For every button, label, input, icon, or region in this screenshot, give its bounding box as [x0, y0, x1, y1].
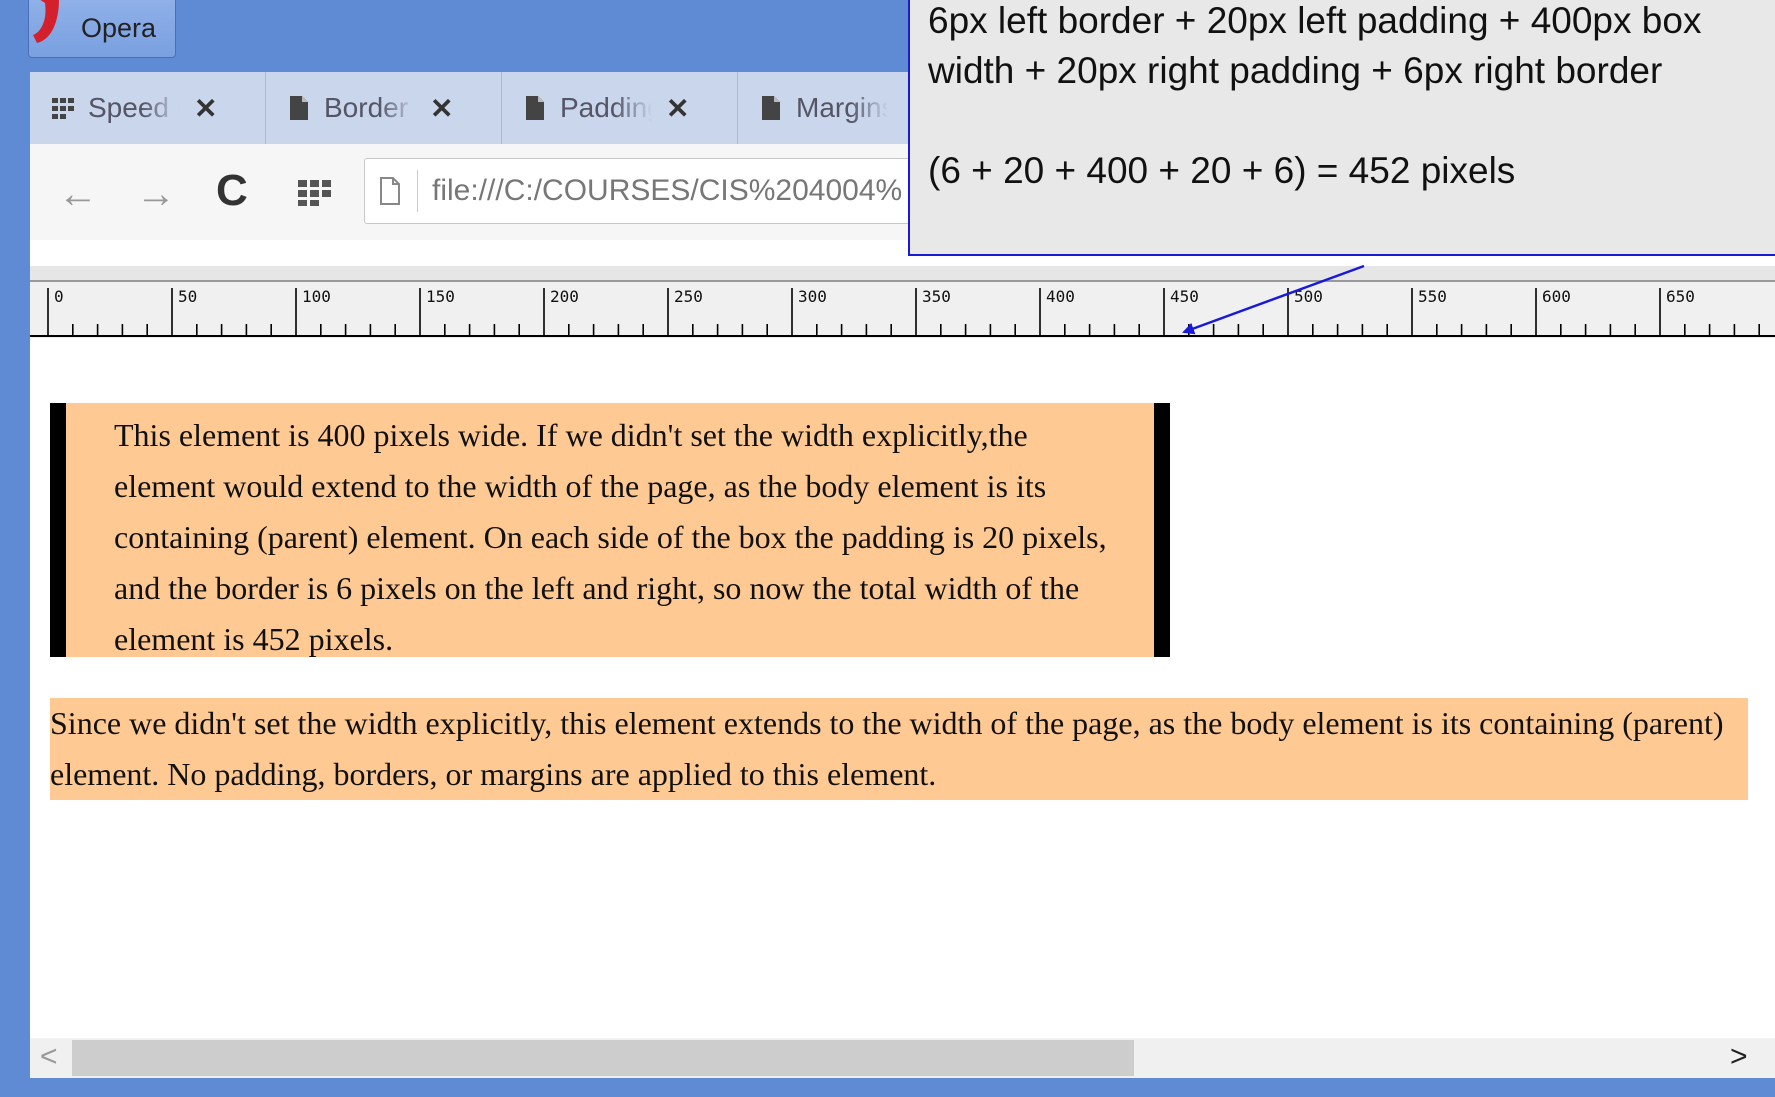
auto-width-box-text: Since we didn't set the width explicitly… — [50, 705, 1724, 792]
page-icon — [762, 96, 780, 120]
page-viewport: This element is 400 pixels wide. If we d… — [30, 338, 1775, 1038]
ruler-header — [30, 266, 1775, 282]
ruler-label: 200 — [550, 287, 579, 306]
scrollbar-thumb[interactable] — [72, 1040, 1134, 1076]
url-text[interactable]: file:///C:/COURSES/CIS%204004% — [432, 174, 902, 208]
close-icon[interactable]: ✕ — [430, 92, 453, 125]
window-frame-left — [0, 0, 10, 1097]
opera-logo-icon — [33, 0, 59, 43]
tab-speed-dial[interactable]: Speed Dial ✕ — [30, 72, 266, 144]
ruler-label: 100 — [302, 287, 331, 306]
scroll-right-icon[interactable]: > — [1730, 1040, 1748, 1074]
ruler-label: 350 — [922, 287, 951, 306]
address-separator — [417, 170, 418, 212]
tab-padding[interactable]: Padding ✕ — [502, 72, 738, 144]
grid-icon — [52, 98, 74, 119]
window-frame-bottom — [0, 1078, 1775, 1097]
ruler-label: 450 — [1170, 287, 1199, 306]
tab-label: Speed Dial — [88, 92, 180, 123]
tab-label: Border Settings — [324, 92, 416, 123]
annotation-callout: 6px left border + 20px left padding + 40… — [908, 0, 1775, 256]
ruler-label: 650 — [1666, 287, 1695, 306]
tab-label: Padding — [560, 92, 652, 123]
tab-label: Margins — [796, 92, 888, 123]
ruler-label: 250 — [674, 287, 703, 306]
page-icon — [526, 96, 544, 120]
ruler-label: 50 — [178, 287, 197, 306]
fixed-width-box: This element is 400 pixels wide. If we d… — [50, 403, 1170, 657]
ruler-label: 300 — [798, 287, 827, 306]
tab-border-settings[interactable]: Border Settings ✕ — [266, 72, 502, 144]
forward-arrow-icon[interactable]: → — [136, 172, 176, 217]
page-icon — [290, 96, 308, 120]
speed-dial-grid-icon[interactable] — [298, 180, 332, 206]
pixel-ruler: 0 50 100 150 200 250 300 350 400 450 500 550 600 650 — [30, 282, 1775, 338]
ruler-label: 550 — [1418, 287, 1447, 306]
page-icon — [380, 177, 400, 205]
auto-width-box: Since we didn't set the width explicitly… — [50, 698, 1748, 800]
ruler-label: 600 — [1542, 287, 1571, 306]
ruler-label: 0 — [54, 287, 64, 306]
reload-icon[interactable]: C — [216, 166, 248, 216]
opera-menu-label: Opera — [81, 13, 157, 43]
close-icon[interactable]: ✕ — [194, 92, 217, 125]
ruler-label: 400 — [1046, 287, 1075, 306]
horizontal-scrollbar[interactable]: < > — [30, 1038, 1775, 1078]
fixed-width-box-text: This element is 400 pixels wide. If we d… — [114, 417, 1107, 657]
callout-line-1: 6px left border + 20px left padding + 40… — [928, 0, 1702, 91]
scroll-left-icon[interactable]: < — [40, 1040, 58, 1074]
close-icon[interactable]: ✕ — [666, 92, 689, 125]
ruler-svg: 0 50 100 150 200 250 300 350 400 450 500 550 600 650 — [30, 287, 1775, 337]
ruler-label: 500 — [1294, 287, 1323, 306]
back-arrow-icon[interactable]: ← — [58, 172, 98, 217]
callout-line-2: (6 + 20 + 400 + 20 + 6) = 452 pixels — [928, 150, 1516, 191]
ruler-label: 150 — [426, 287, 455, 306]
opera-menu-button[interactable]: Opera — [28, 0, 176, 58]
